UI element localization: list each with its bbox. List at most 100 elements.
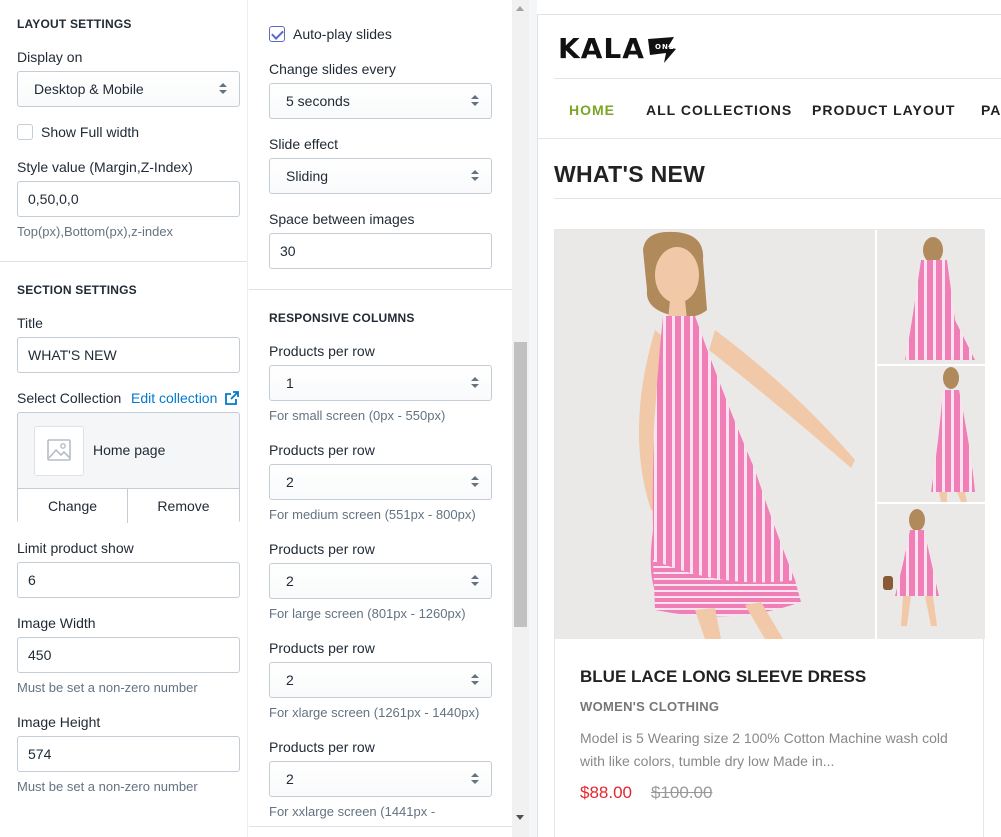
divider [249, 289, 512, 290]
chevron-up-down-icon [471, 773, 479, 785]
small-screen-help: For small screen (0px - 550px) [269, 408, 446, 423]
title-label: Title [17, 315, 43, 331]
collection-card: Home page Change Remove [17, 412, 240, 523]
autoplay-label: Auto-play slides [293, 26, 392, 42]
change-collection-button[interactable]: Change [18, 488, 128, 523]
display-on-select[interactable]: Desktop & Mobile [17, 71, 240, 107]
products-per-row-xxlarge-select[interactable]: 2 [269, 761, 492, 797]
product-description: Model is 5 Wearing size 2 100% Cotton Ma… [580, 730, 948, 769]
product-name[interactable]: BLUE LACE LONG SLEEVE DRESS [580, 667, 866, 687]
section-settings-heading: SECTION SETTINGS [17, 283, 137, 297]
slide-effect-label: Slide effect [269, 136, 339, 152]
products-per-row-label: Products per row [269, 640, 375, 656]
products-per-row-value: 1 [286, 375, 294, 391]
settings-column-right: Auto-play slides Change slides every 5 s… [249, 0, 512, 837]
responsive-columns-heading: RESPONSIVE COLUMNS [269, 311, 415, 325]
chevron-up-down-icon [219, 83, 227, 95]
limit-product-input[interactable]: 6 [17, 562, 240, 598]
products-per-row-value: 2 [286, 573, 294, 589]
products-per-row-label: Products per row [269, 739, 375, 755]
settings-column-left: LAYOUT SETTINGS Display on Desktop & Mob… [0, 0, 248, 837]
scrollbar-thumb[interactable] [514, 342, 527, 627]
settings-scrollbar[interactable] [512, 0, 529, 837]
store-logo[interactable]: KALA ONE [558, 32, 676, 65]
change-slides-select[interactable]: 5 seconds [269, 83, 492, 119]
image-height-help: Must be set a non-zero number [17, 779, 198, 794]
chevron-up-down-icon [471, 674, 479, 686]
product-type: WOMEN'S CLOTHING [580, 699, 720, 714]
chevron-up-down-icon [471, 377, 479, 389]
products-per-row-value: 2 [286, 672, 294, 688]
products-per-row-small-select[interactable]: 1 [269, 365, 492, 401]
product-price: $88.00 [580, 783, 632, 802]
show-full-width-label: Show Full width [41, 124, 140, 140]
slide-effect-value: Sliding [286, 168, 329, 184]
nav-home[interactable]: HOME [569, 102, 615, 118]
svg-text:ONE: ONE [655, 43, 675, 51]
product-image[interactable] [555, 230, 985, 639]
style-value-help: Top(px),Bottom(px),z-index [17, 224, 174, 239]
space-between-label: Space between images [269, 211, 415, 227]
nav-product-layout[interactable]: PRODUCT LAYOUT [812, 102, 955, 118]
style-value-label: Style value (Margin,Z-Index) [17, 159, 193, 175]
scroll-up-icon[interactable] [516, 6, 524, 11]
store-preview: KALA ONE HOME ALL COLLECTIONS PRODUCT LA… [537, 14, 1001, 837]
products-per-row-label: Products per row [269, 343, 375, 359]
logo-text: KALA [558, 32, 645, 65]
change-slides-value: 5 seconds [286, 93, 350, 109]
medium-screen-help: For medium screen (551px - 800px) [269, 507, 476, 522]
products-per-row-label: Products per row [269, 541, 375, 557]
products-per-row-label: Products per row [269, 442, 375, 458]
products-per-row-value: 2 [286, 474, 294, 490]
display-on-label: Display on [17, 49, 83, 65]
header-divider [554, 78, 1001, 79]
chevron-up-down-icon [471, 575, 479, 587]
section-title: WHAT'S NEW [554, 161, 706, 187]
logo-badge-icon: ONE [648, 37, 676, 63]
products-per-row-medium-select[interactable]: 2 [269, 464, 492, 500]
image-width-input[interactable]: 450 [17, 637, 240, 673]
section-divider [554, 198, 1001, 199]
collection-name: Home page [93, 442, 166, 458]
change-slides-label: Change slides every [269, 61, 396, 77]
products-per-row-value: 2 [286, 771, 294, 787]
chevron-up-down-icon [471, 170, 479, 182]
large-screen-help: For large screen (801px - 1260px) [269, 606, 466, 621]
space-between-input[interactable]: 30 [269, 233, 492, 269]
external-link-icon[interactable] [225, 391, 239, 405]
nav-divider [538, 138, 1001, 139]
products-per-row-xlarge-select[interactable]: 2 [269, 662, 492, 698]
title-input[interactable]: WHAT'S NEW [17, 337, 240, 373]
product-photo [555, 230, 985, 639]
nav-all-collections[interactable]: ALL COLLECTIONS [646, 102, 792, 118]
layout-settings-heading: LAYOUT SETTINGS [17, 17, 132, 31]
display-on-value: Desktop & Mobile [34, 81, 144, 97]
product-card[interactable]: BLUE LACE LONG SLEEVE DRESS WOMEN'S CLOT… [554, 229, 985, 837]
remove-collection-button[interactable]: Remove [128, 488, 239, 523]
image-width-help: Must be set a non-zero number [17, 680, 198, 695]
edit-collection-label: Edit collection [131, 390, 218, 406]
chevron-up-down-icon [471, 95, 479, 107]
preview-gutter [529, 0, 537, 837]
collection-thumbnail [34, 426, 84, 476]
autoplay-checkbox[interactable] [269, 26, 285, 42]
nav-pages[interactable]: PA [981, 102, 1001, 118]
divider [249, 826, 512, 827]
style-value-input[interactable]: 0,50,0,0 [17, 181, 240, 217]
image-height-input[interactable]: 574 [17, 736, 240, 772]
image-height-label: Image Height [17, 714, 101, 730]
image-placeholder-icon [47, 439, 71, 461]
chevron-up-down-icon [471, 476, 479, 488]
image-width-label: Image Width [17, 615, 96, 631]
xxlarge-screen-help: For xxlarge screen (1441px - [269, 804, 436, 819]
product-compare-price: $100.00 [651, 783, 713, 802]
xlarge-screen-help: For xlarge screen (1261px - 1440px) [269, 705, 480, 720]
edit-collection-link[interactable]: Edit collection [131, 390, 217, 406]
show-full-width-checkbox[interactable] [17, 124, 33, 140]
products-per-row-large-select[interactable]: 2 [269, 563, 492, 599]
scroll-down-icon[interactable] [516, 815, 524, 820]
slide-effect-select[interactable]: Sliding [269, 158, 492, 194]
divider [0, 261, 247, 262]
limit-product-label: Limit product show [17, 540, 134, 556]
select-collection-label: Select Collection [17, 390, 122, 406]
